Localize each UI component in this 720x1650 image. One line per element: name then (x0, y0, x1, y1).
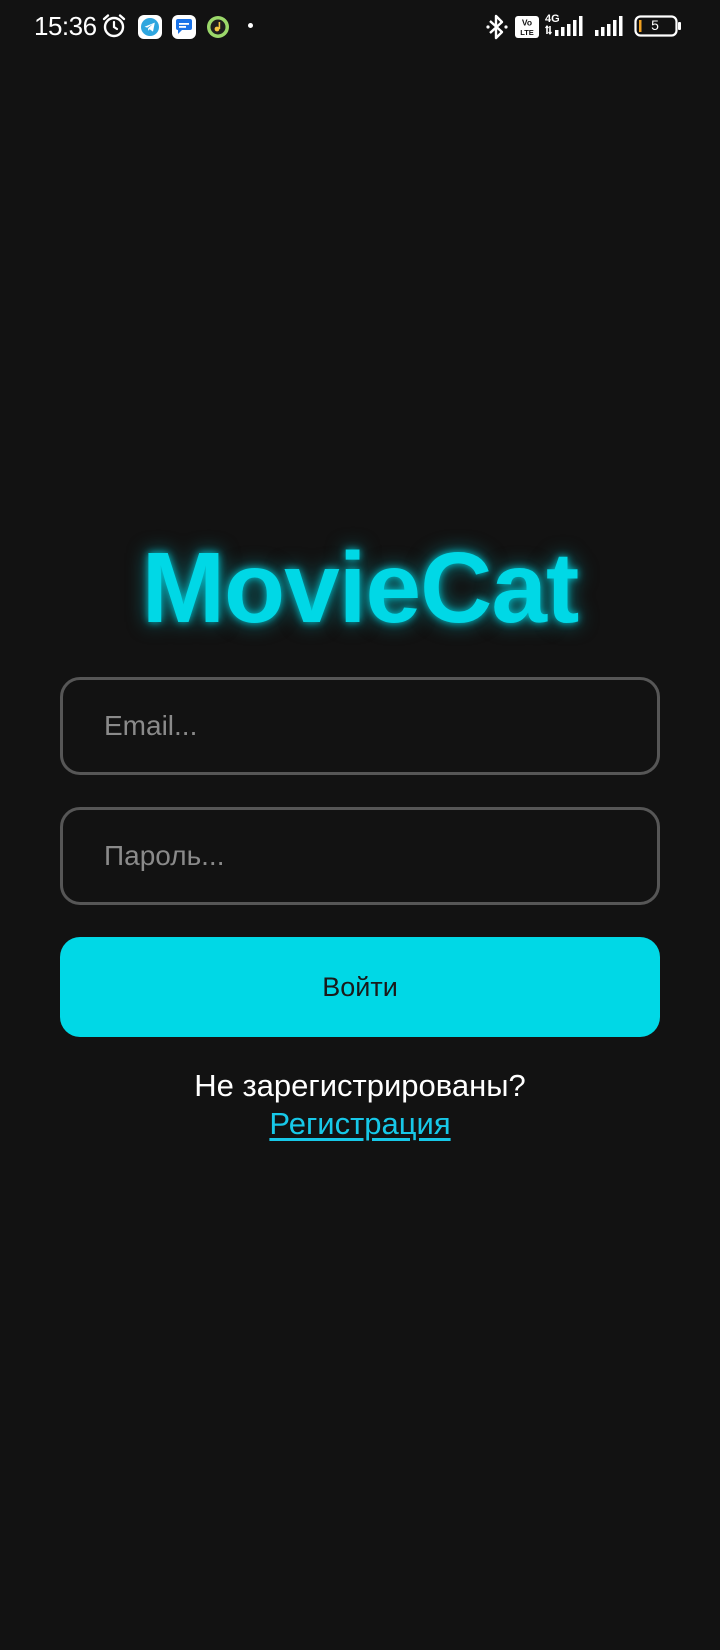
svg-text:LTE: LTE (520, 28, 534, 37)
telegram-icon (138, 15, 162, 44)
register-link[interactable]: Регистрация (269, 1106, 450, 1142)
app-title: MovieCat (141, 532, 580, 644)
login-button[interactable]: Войти (60, 937, 660, 1037)
password-field[interactable] (60, 807, 660, 905)
email-field[interactable] (60, 677, 660, 775)
music-icon (206, 15, 230, 44)
status-bar: 15:36 Vo LTE 4G 5 (0, 0, 720, 54)
alarm-icon (101, 13, 127, 44)
email-input[interactable] (63, 680, 657, 772)
register-question: Не зарегистрированы? (194, 1068, 526, 1103)
notification-dot-icon (248, 23, 253, 28)
messages-icon (172, 15, 196, 44)
signal-icon (595, 15, 627, 42)
svg-text:Vo: Vo (522, 18, 532, 28)
volte-icon: Vo LTE (515, 16, 539, 43)
signal-icon: 4G (545, 12, 589, 43)
status-time: 15:36 (34, 11, 97, 41)
battery-level: 5 (651, 17, 659, 33)
register-block: Не зарегистрированы? Регистрация (0, 1066, 720, 1142)
network-type-label: 4G (545, 13, 560, 25)
password-input[interactable] (63, 810, 657, 902)
battery-icon: 5 (634, 15, 682, 37)
bluetooth-icon (485, 13, 509, 46)
